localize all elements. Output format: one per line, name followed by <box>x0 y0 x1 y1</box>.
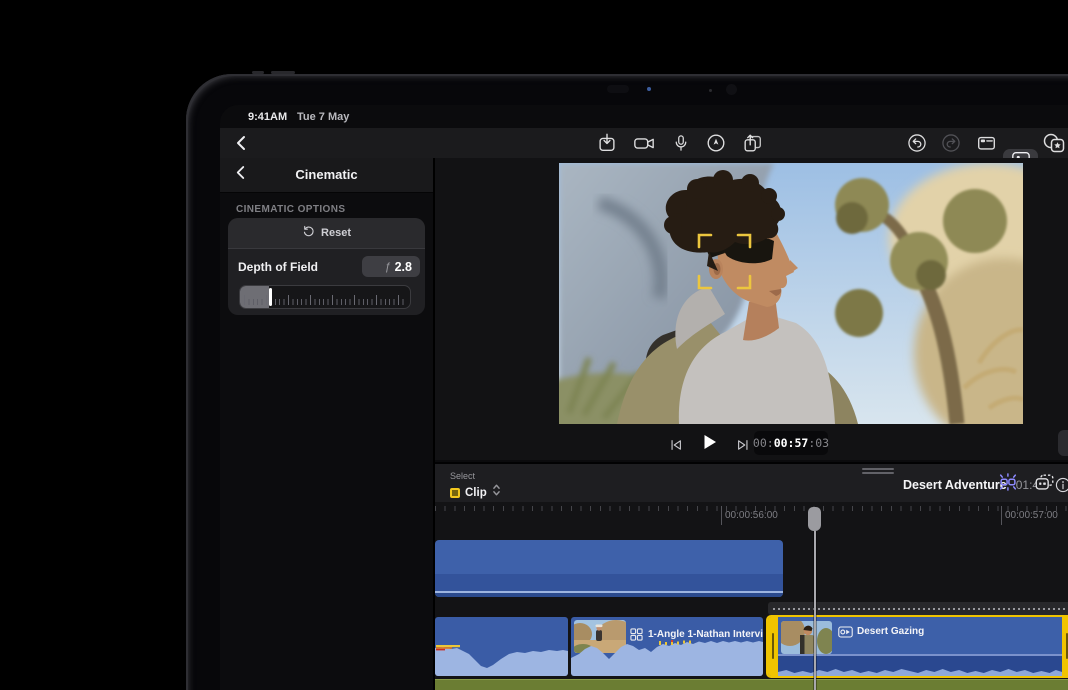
media-browser-button[interactable] <box>1031 472 1057 496</box>
playhead-handle[interactable] <box>808 507 821 531</box>
volume-button-1 <box>252 71 264 74</box>
selected-cinematic-clip[interactable]: Desert Gazing <box>766 615 1068 678</box>
f-stop-value: 2.8 <box>395 260 412 274</box>
redo-button[interactable] <box>938 130 964 156</box>
clip-thumbnail <box>781 621 832 654</box>
skip-forward-icon <box>736 438 750 452</box>
camera-ring <box>726 84 737 95</box>
camera-housing <box>607 85 629 93</box>
mic-icon <box>671 132 691 154</box>
gap-color-clip[interactable] <box>435 679 1068 690</box>
primary-storyline: 1-Angle 1-Nathan Interview <box>435 617 1068 676</box>
share-icon <box>741 132 764 154</box>
import-icon <box>596 132 618 154</box>
select-mode-value: Clip <box>465 487 487 499</box>
status-bar: 9:41AM Tue 7 May <box>220 105 1068 128</box>
import-button[interactable] <box>594 130 620 156</box>
volume-button-2 <box>271 71 295 74</box>
timecode-display[interactable]: 00:00:57:03 <box>754 431 828 455</box>
audio-waveform <box>571 640 763 676</box>
left-trim-handle[interactable] <box>768 617 778 676</box>
section-label: CINEMATIC OPTIONS <box>236 204 345 215</box>
draw-tool-button[interactable] <box>703 130 729 156</box>
inspector-sidebar: Cinematic CINEMATIC OPTIONS Reset Depth … <box>220 158 433 690</box>
f-stop-prefix: ƒ <box>384 261 390 273</box>
timecode-main: 00:57 <box>774 436 809 450</box>
panel-resize-grabber[interactable] <box>862 468 894 476</box>
keyframe-dotted-line <box>773 608 1068 610</box>
browser-icon <box>975 132 998 154</box>
clip-name: Desert Gazing <box>857 626 924 637</box>
right-trim-handle[interactable] <box>1062 617 1068 676</box>
slider-handle[interactable] <box>269 288 272 306</box>
playhead-line <box>814 531 816 690</box>
undo-button[interactable] <box>904 130 930 156</box>
timeline-body[interactable]: 00:00:56:00 00:00:57:00 0 <box>435 502 1068 690</box>
reset-label: Reset <box>321 227 351 239</box>
select-mode-control[interactable]: Clip <box>450 483 501 502</box>
select-label: Select <box>450 471 475 481</box>
media-browser-icon <box>1032 471 1057 498</box>
draw-icon <box>705 132 727 154</box>
browser-toggle-button[interactable] <box>973 130 999 156</box>
navigation-bar: National Parks <box>220 128 1068 158</box>
back-button[interactable] <box>228 130 254 156</box>
ruler-label: 00:00:56:00 <box>725 510 778 521</box>
timecode-hours: 00: <box>753 436 774 450</box>
previous-frame-button[interactable] <box>663 432 689 458</box>
chevron-left-icon <box>235 135 247 151</box>
multicam-clip[interactable]: 1-Angle 1-Nathan Interview <box>571 617 763 676</box>
project-title: Desert Adventure <box>903 478 1007 492</box>
depth-of-field-label: Depth of Field <box>238 260 318 274</box>
inspector-header: Cinematic <box>220 158 433 193</box>
ruler-tick-major <box>1001 506 1002 525</box>
audio-clip[interactable] <box>435 617 568 676</box>
transport-controls: 00:00:57:03 <box>435 428 1068 460</box>
ruler-tick-major <box>721 506 722 525</box>
cinematic-options-card: Reset Depth of Field ƒ 2.8 <box>228 218 425 315</box>
voiceover-button[interactable] <box>668 130 694 156</box>
app-screen: 9:41AM Tue 7 May National Parks <box>220 105 1068 690</box>
undo-icon <box>906 132 928 154</box>
sensor-dot <box>709 89 712 92</box>
viewer-area: 00:00:57:03 <box>435 158 1068 460</box>
status-time: 9:41AM <box>248 111 287 123</box>
share-button[interactable] <box>739 130 765 156</box>
reset-button[interactable]: Reset <box>228 218 425 249</box>
inspector-title: Cinematic <box>220 167 433 182</box>
connected-clip[interactable] <box>435 540 783 597</box>
record-video-button[interactable] <box>631 130 657 156</box>
chevron-up-down-icon <box>492 483 501 502</box>
timeline-header: Select Clip Desert Adventure 01:45 <box>435 462 1068 504</box>
play-icon <box>699 432 719 452</box>
clipped-toolbar-button[interactable] <box>1058 430 1068 456</box>
redo-icon <box>940 132 962 154</box>
effects-browser-button[interactable] <box>1042 130 1068 156</box>
clip-glow-icon <box>995 471 1021 498</box>
cinematic-badge-icon <box>838 625 853 643</box>
clip-name: 1-Angle 1-Nathan Interview <box>648 629 763 640</box>
skip-back-icon <box>669 438 683 452</box>
front-camera-lens <box>647 87 651 91</box>
clip-glow-button[interactable] <box>995 472 1021 496</box>
reset-icon <box>302 224 315 242</box>
ruler-label: 00:00:57:00 <box>1005 510 1058 521</box>
depth-of-field-value-field[interactable]: ƒ 2.8 <box>362 256 420 277</box>
effects-icon <box>1042 131 1068 155</box>
status-date: Tue 7 May <box>297 111 349 123</box>
audio-waveform <box>778 664 1062 676</box>
screenshot-root: 9:41AM Tue 7 May National Parks <box>0 0 1068 690</box>
camera-icon <box>632 132 656 154</box>
play-button[interactable] <box>696 429 722 455</box>
audio-waveform <box>435 642 568 676</box>
video-preview[interactable] <box>559 163 1023 424</box>
depth-of-field-slider[interactable] <box>239 285 411 309</box>
timecode-frames: :03 <box>808 436 829 450</box>
clip-select-icon <box>450 488 460 498</box>
